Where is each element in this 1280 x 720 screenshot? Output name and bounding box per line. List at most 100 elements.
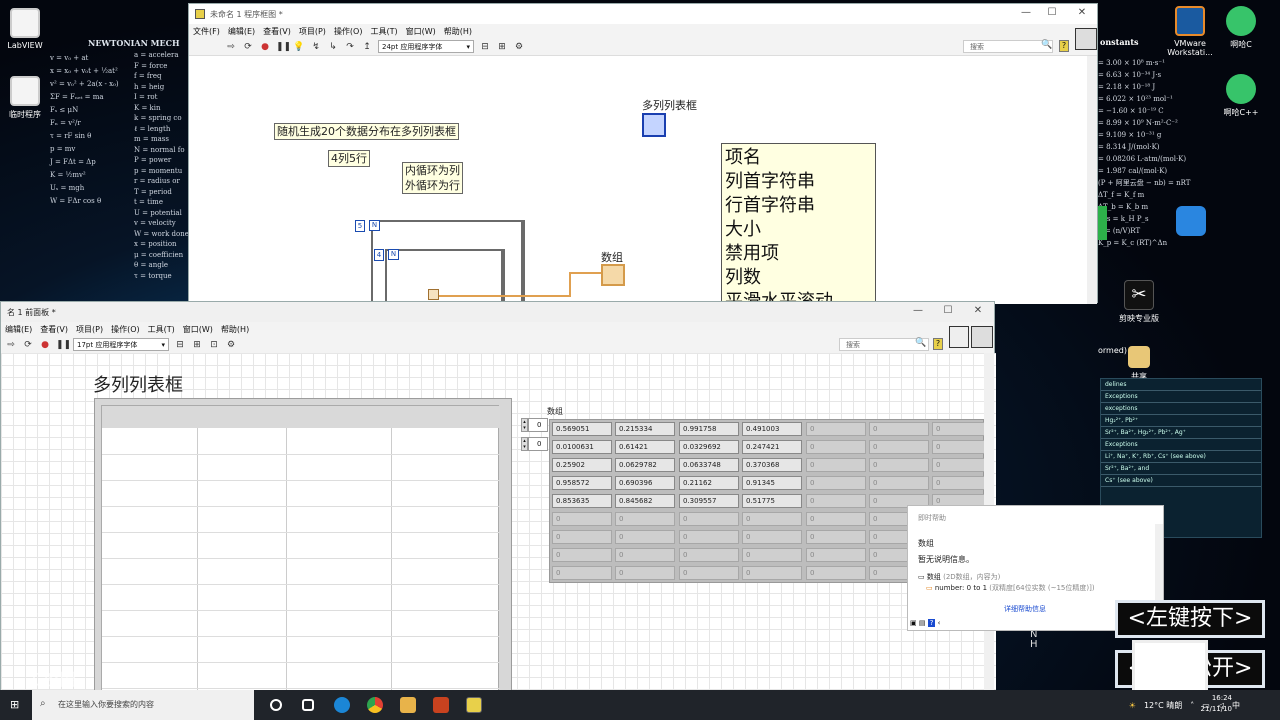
array-cell[interactable]: 0 (932, 458, 992, 472)
array-cell[interactable]: 0 (806, 566, 866, 580)
array-cell[interactable]: 0.491003 (742, 422, 802, 436)
array-cell[interactable]: 0.690396 (615, 476, 675, 490)
array-cell[interactable]: 0.21162 (679, 476, 739, 490)
bd-titlebar[interactable]: 未命名 1 程序框图 * (189, 4, 1097, 24)
array-cell[interactable]: 0 (679, 512, 739, 526)
array-cell[interactable]: 0.0629782 (615, 458, 675, 472)
array-cell[interactable]: 0.569051 (552, 422, 612, 436)
chrome-icon[interactable] (367, 697, 383, 713)
fp-close-button[interactable]: ✕ (967, 305, 989, 319)
array-cell[interactable]: 0 (615, 566, 675, 580)
array-cell[interactable]: 0.61421 (615, 440, 675, 454)
fp-menu-project[interactable]: 项目(P) (76, 324, 103, 335)
cortana-icon[interactable] (270, 699, 282, 711)
scroll-left-icon[interactable]: ‹ (938, 619, 941, 627)
bd-search-input[interactable]: 搜索 (963, 40, 1053, 53)
property-item[interactable]: 项名 (725, 146, 872, 170)
array-cell[interactable]: 0 (932, 440, 992, 454)
array-cell[interactable]: 0.247421 (742, 440, 802, 454)
desktop-icon-share[interactable]: 共享 (1104, 346, 1174, 382)
fp-titlebar[interactable]: 名 1 前面板 * (1, 302, 994, 322)
fp-reorder-icon[interactable]: ⚙ (225, 339, 237, 351)
array-cell[interactable]: 0.991758 (679, 422, 739, 436)
array-cell[interactable]: 0.845682 (615, 494, 675, 508)
ime-icon[interactable]: 中 (1232, 700, 1240, 711)
array-cell[interactable]: 0 (806, 458, 866, 472)
desktop-icon-jianying[interactable]: ✂ 剪映专业版 (1104, 280, 1174, 324)
fp-font-select[interactable]: 17pt 应用程序字体 (73, 338, 169, 351)
outer-n-terminal[interactable]: N (369, 220, 380, 231)
array-cell[interactable]: 0 (742, 548, 802, 562)
array-cell[interactable]: 0 (932, 422, 992, 436)
property-item[interactable]: 大小 (725, 218, 872, 242)
array-cell[interactable]: 0.0100631 (552, 440, 612, 454)
outer-count-constant[interactable]: 5 (355, 220, 365, 232)
index-row-input[interactable]: 0 (528, 418, 548, 432)
fp-menu-view[interactable]: 查看(V) (40, 324, 68, 335)
taskbar-search-input[interactable]: 在这里输入你要搜索的内容 (32, 690, 254, 720)
fp-maximize-button[interactable]: ☐ (937, 305, 959, 319)
fp-canvas[interactable]: 多列列表框 数组 ▴ ▾ 0 ▴ ▾ 0 0.569051 0.215334 0.991… (1, 353, 996, 698)
chevron-up-icon[interactable]: ˄ (1190, 701, 1194, 710)
menu-window[interactable]: 窗口(W) (406, 26, 436, 37)
fp-align-icon[interactable]: ⊟ (174, 339, 186, 351)
desktop-icon-labview[interactable]: LabVIEW (0, 8, 60, 50)
inner-for-loop[interactable] (385, 249, 505, 309)
distribute-icon[interactable]: ⊞ (496, 41, 508, 53)
abort-icon[interactable]: ● (259, 41, 271, 53)
windows-start-icon[interactable]: ⊞ (10, 699, 22, 711)
aliyun-drive-icon[interactable] (1176, 206, 1206, 236)
fp-search-icon[interactable]: 🔍 (915, 338, 926, 348)
retain-wire-icon[interactable]: ↯ (310, 41, 322, 53)
fp-menu-window[interactable]: 窗口(W) (183, 324, 213, 335)
detail-icon[interactable]: ▤ (919, 619, 926, 627)
desktop-icon-temp[interactable]: 临时程序 (0, 76, 60, 120)
array-cell[interactable]: 0.309557 (679, 494, 739, 508)
array-cell[interactable]: 0 (932, 476, 992, 490)
minimize-button[interactable]: — (1015, 7, 1037, 21)
array-cell[interactable]: 0.215334 (615, 422, 675, 436)
menu-help[interactable]: 帮助(H) (444, 26, 472, 37)
step-into-icon[interactable]: ↳ (327, 41, 339, 53)
search-icon[interactable]: 🔍 (1041, 40, 1052, 50)
inner-n-terminal[interactable]: N (388, 249, 399, 260)
reorder-icon[interactable]: ⚙ (513, 41, 525, 53)
array-cell[interactable]: 0.958572 (552, 476, 612, 490)
index-row-stepper[interactable]: ▴ ▾ (521, 418, 528, 432)
multicolumn-listbox[interactable] (94, 398, 512, 698)
vi-icon[interactable] (1075, 28, 1097, 50)
comment-main[interactable]: 随机生成20个数据分布在多列列表框 (274, 123, 459, 140)
inner-count-constant[interactable]: 4 (374, 249, 384, 261)
array-cell[interactable]: 0 (806, 440, 866, 454)
file-explorer-icon[interactable] (400, 697, 416, 713)
array-cell[interactable]: 0.370368 (742, 458, 802, 472)
comment-loops[interactable]: 内循环为列 外循环为行 (402, 162, 463, 194)
close-button[interactable]: ✕ (1071, 7, 1093, 21)
desktop-icon-ahac[interactable]: 啊哈C (1206, 6, 1276, 50)
fp-connector-pane-icon[interactable] (949, 326, 969, 348)
bd-vertical-scrollbar[interactable] (1087, 56, 1097, 304)
property-item[interactable]: 列首字符串 (725, 170, 872, 194)
property-item[interactable]: 禁用项 (725, 242, 872, 266)
array-cell[interactable]: 0 (615, 512, 675, 526)
step-over-icon[interactable]: ↷ (344, 41, 356, 53)
random-number-icon[interactable] (428, 289, 439, 300)
array-cell[interactable]: 0 (552, 566, 612, 580)
lock-icon[interactable]: ▣ (910, 619, 917, 627)
fp-help-icon[interactable]: ? (933, 338, 943, 350)
array-cell[interactable]: 0.91345 (742, 476, 802, 490)
fp-menu-help[interactable]: 帮助(H) (221, 324, 249, 335)
fp-minimize-button[interactable]: — (907, 305, 929, 319)
font-select[interactable]: 24pt 应用程序字体 (378, 40, 474, 53)
fp-abort-icon[interactable]: ● (39, 339, 51, 351)
array-cell[interactable]: 0 (806, 494, 866, 508)
desktop-icon-ahacpp[interactable]: 啊哈C++ (1206, 74, 1276, 118)
array-cell[interactable]: 0 (742, 530, 802, 544)
array-cell[interactable]: 0 (806, 512, 866, 526)
highlight-icon[interactable]: 💡 (293, 41, 305, 53)
array-indicator-terminal[interactable] (601, 264, 625, 286)
array-cell[interactable]: 0 (869, 476, 929, 490)
array-cell[interactable]: 0 (552, 530, 612, 544)
menu-edit[interactable]: 编辑(E) (228, 26, 255, 37)
array-cell[interactable]: 0.25902 (552, 458, 612, 472)
